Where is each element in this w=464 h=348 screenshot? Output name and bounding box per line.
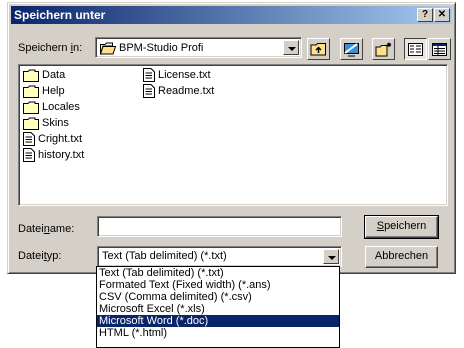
details-view-button[interactable] [428,38,451,60]
list-item[interactable]: Readme.txt [143,84,214,98]
dropdown-option[interactable]: Text (Tab delimited) (*.txt) [97,267,339,279]
help-button[interactable]: ? [417,8,433,22]
save-dialog: Speichern unter ? ✕ Speichern in: BPM-St… [7,2,456,274]
dropdown-option-selected[interactable]: Microsoft Word (*.doc) [97,315,339,327]
list-item[interactable]: Help [23,84,65,98]
filetype-combo[interactable]: Text (Tab delimited) (*.txt) [97,246,342,267]
list-view-icon [408,42,423,56]
list-item[interactable]: Locales [23,100,80,114]
close-button[interactable]: ✕ [434,8,450,22]
up-one-level-button[interactable] [307,38,330,60]
dropdown-option[interactable]: Microsoft Excel (*.xls) [97,303,339,315]
folder-icon [23,117,39,130]
list-item[interactable]: history.txt [23,148,84,162]
filename-input[interactable] [97,216,342,237]
text-file-icon [23,132,35,146]
chevron-down-icon[interactable] [323,249,339,264]
location-combo[interactable]: BPM-Studio Profi [95,37,302,58]
filetype-value: Text (Tab delimited) (*.txt) [102,250,227,262]
list-item[interactable]: Skins [23,116,69,130]
open-folder-icon [100,42,116,54]
title-bar: Speichern unter ? ✕ [11,6,452,24]
text-file-icon [143,84,155,98]
new-folder-button[interactable] [372,38,395,60]
list-view-button[interactable] [404,38,427,60]
folder-icon [23,69,39,82]
dropdown-option[interactable]: CSV (Comma delimited) (*.csv) [97,291,339,303]
save-in-label: Speichern in: [18,42,83,54]
window-title: Speichern unter [14,8,106,22]
filetype-label: Dateityp: [18,250,62,262]
folder-icon [23,85,39,98]
list-item[interactable]: Data [23,68,65,82]
location-value: BPM-Studio Profi [119,42,204,54]
text-file-icon [143,68,155,82]
details-view-icon [432,42,447,56]
cancel-button[interactable]: Abbrechen [365,246,438,268]
dropdown-option[interactable]: Formated Text (Fixed width) (*.ans) [97,279,339,291]
save-button[interactable]: Speichern [364,215,439,239]
list-item[interactable]: Cright.txt [23,132,82,146]
dropdown-option[interactable]: HTML (*.html) [97,327,339,339]
folder-up-icon [310,43,326,56]
filename-label: Dateiname: [18,223,75,235]
filetype-dropdown[interactable]: Text (Tab delimited) (*.txt) Formated Te… [96,266,340,348]
desktop-button[interactable] [340,38,363,60]
chevron-down-icon[interactable] [283,40,299,55]
folder-icon [23,101,39,114]
list-item[interactable]: License.txt [143,68,211,82]
new-folder-icon [375,42,392,56]
desktop-icon [344,42,359,56]
text-file-icon [23,148,35,162]
file-list[interactable]: Data Help Locales Skins Cright.txt histo… [18,64,448,206]
